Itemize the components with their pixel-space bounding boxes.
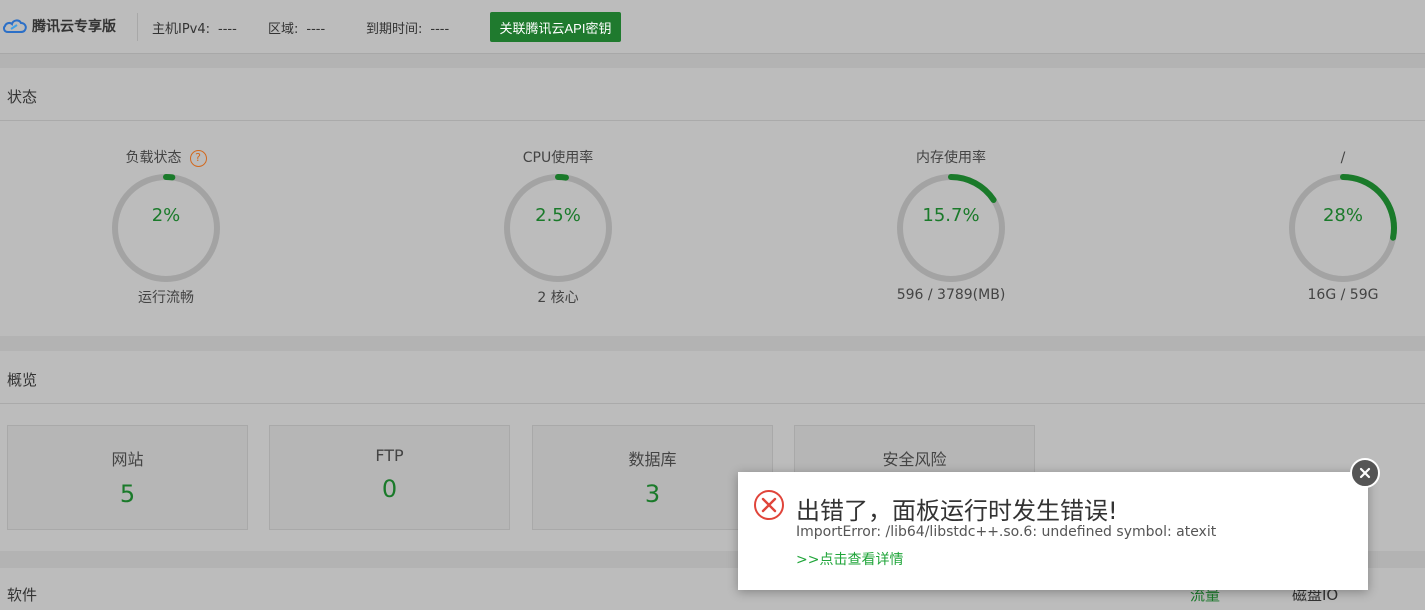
stat-ftp-value: 0 xyxy=(381,475,398,503)
close-dialog-button[interactable] xyxy=(1350,458,1380,488)
stat-databases-label: 数据库 xyxy=(628,450,677,469)
disk-gauge-sub: 16G / 59G xyxy=(1307,287,1379,303)
divider xyxy=(137,13,138,41)
stat-security-risk-label: 安全风险 xyxy=(882,450,947,469)
host-value: ---- xyxy=(218,22,237,37)
software-panel-title: 软件 xyxy=(7,586,38,604)
load-gauge-sub: 运行流畅 xyxy=(138,290,194,306)
cpu-gauge-label: CPU使用率 xyxy=(522,150,594,166)
memory-gauge-value: 15.7% xyxy=(922,205,980,226)
disk-gauge-label: / xyxy=(1340,150,1346,166)
expire-info: 到期时间: ---- xyxy=(366,18,449,37)
tencent-cloud-logo: 腾讯云专享版 xyxy=(2,15,116,37)
stat-ftp-label: FTP xyxy=(375,446,404,465)
top-bar: 腾讯云专享版 主机IPv4: ---- 区域: ---- 到期时间: ---- 关联腾… xyxy=(0,0,1425,54)
memory-gauge-ring xyxy=(897,174,1005,282)
divider xyxy=(0,403,1425,404)
expire-value: ---- xyxy=(430,22,450,37)
logo-text: 腾讯云专享版 xyxy=(32,19,116,35)
status-panel-title: 状态 xyxy=(7,88,38,106)
disk-gauge[interactable]: / 28% 16G / 59G xyxy=(1243,148,1425,303)
expire-label: 到期时间: xyxy=(366,22,423,37)
region-info: 区域: ---- xyxy=(268,18,325,37)
host-label: 主机IPv4: xyxy=(152,22,211,37)
stat-websites[interactable]: 网站 5 xyxy=(7,425,248,530)
disk-gauge-value: 28% xyxy=(1322,205,1363,226)
load-gauge-value: 2% xyxy=(151,205,181,226)
stat-databases-value: 3 xyxy=(644,480,661,508)
region-label: 区域: xyxy=(268,22,299,37)
host-info: 主机IPv4: ---- xyxy=(152,18,237,37)
status-panel: 状态 负载状态? 2% 运行流畅 CPU使用率 2.5% 2 核心 内存使用率 … xyxy=(0,68,1425,336)
error-dialog: 出错了，面板运行时发生错误! ImportError: /lib64/libst… xyxy=(738,472,1368,590)
load-gauge-label: 负载状态 xyxy=(125,150,182,166)
load-gauge-ring xyxy=(112,174,220,282)
stat-ftp[interactable]: FTP 0 xyxy=(269,425,510,530)
memory-gauge-sub: 596 / 3789(MB) xyxy=(896,287,1006,303)
error-dialog-title: 出错了，面板运行时发生错误! xyxy=(796,497,1118,525)
region-value: ---- xyxy=(306,22,326,37)
cloud-icon xyxy=(3,19,27,33)
stat-websites-value: 5 xyxy=(119,480,136,508)
cpu-gauge[interactable]: CPU使用率 2.5% 2 核心 xyxy=(458,148,658,307)
divider xyxy=(0,120,1425,121)
disk-gauge-ring xyxy=(1289,174,1397,282)
cpu-gauge-sub: 2 核心 xyxy=(537,290,579,306)
overview-panel-title: 概览 xyxy=(7,371,38,389)
load-gauge[interactable]: 负载状态? 2% 运行流畅 xyxy=(66,148,266,307)
link-api-key-button[interactable]: 关联腾讯云API密钥 xyxy=(490,12,621,42)
help-icon[interactable]: ? xyxy=(189,149,207,167)
memory-gauge[interactable]: 内存使用率 15.7% 596 / 3789(MB) xyxy=(851,148,1051,303)
close-icon xyxy=(1359,467,1371,479)
view-details-link[interactable]: >>点击查看详情 xyxy=(796,549,903,569)
memory-gauge-label: 内存使用率 xyxy=(916,150,986,166)
error-dialog-message: ImportError: /lib64/libstdc++.so.6: unde… xyxy=(796,524,1217,540)
cpu-gauge-ring xyxy=(504,174,612,282)
cpu-gauge-value: 2.5% xyxy=(535,205,581,226)
stat-websites-label: 网站 xyxy=(111,450,144,469)
stat-databases[interactable]: 数据库 3 xyxy=(532,425,773,530)
error-icon xyxy=(754,490,784,520)
